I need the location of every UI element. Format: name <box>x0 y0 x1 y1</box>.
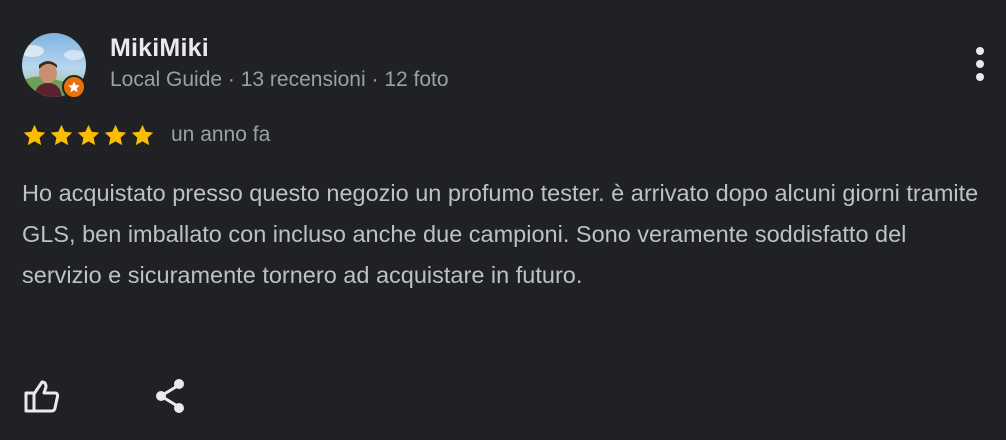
like-button[interactable] <box>20 374 64 418</box>
star-icon <box>23 124 46 145</box>
author-name[interactable]: MikiMiki <box>110 33 209 63</box>
author-avatar-link[interactable] <box>22 33 86 99</box>
star-rating <box>22 123 155 148</box>
more-options-button[interactable] <box>962 42 998 86</box>
thumb-up-icon <box>24 380 60 413</box>
review-card: MikiMiki Local Guide · 13 recensioni · 1… <box>0 0 1006 440</box>
review-date: un anno fa <box>171 123 271 146</box>
star-icon <box>131 124 154 145</box>
rating-row: un anno fa <box>22 120 270 150</box>
author-meta: Local Guide · 13 recensioni · 12 foto <box>110 68 449 91</box>
star-icon <box>77 124 100 145</box>
more-vert-icon <box>976 47 984 81</box>
share-button[interactable] <box>148 374 192 418</box>
star-icon <box>68 81 80 93</box>
star-icon <box>104 124 127 145</box>
star-icon <box>50 124 73 145</box>
review-text: Ho acquistato presso questo negozio un p… <box>22 180 979 288</box>
local-guide-badge-icon <box>62 75 86 99</box>
share-icon <box>156 379 184 413</box>
